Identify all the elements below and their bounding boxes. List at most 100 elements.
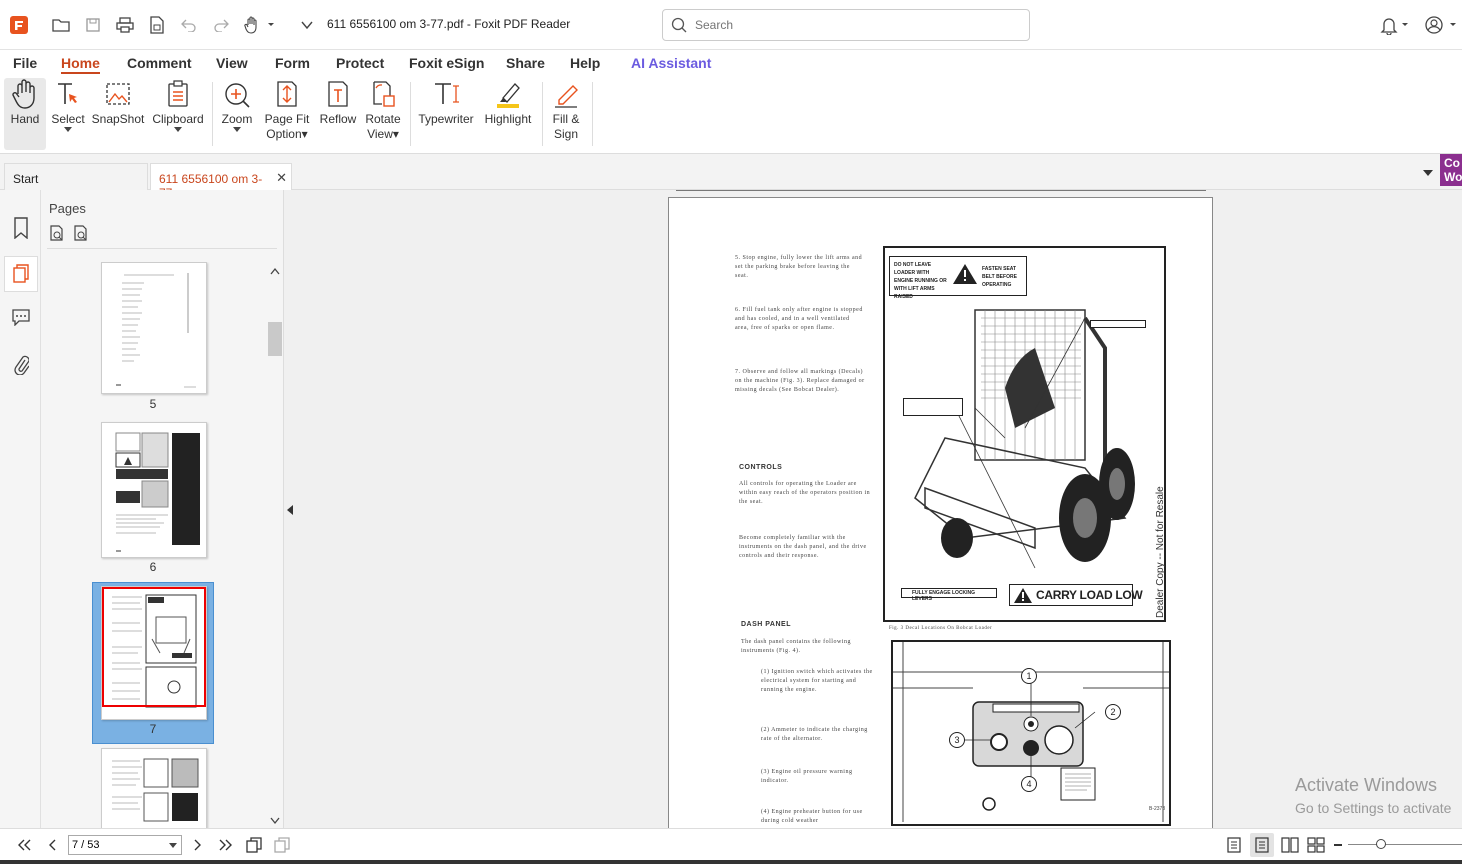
loader-illustration (914, 309, 1135, 569)
scroll-thumb[interactable] (268, 322, 282, 356)
menu-file[interactable]: File (13, 55, 37, 71)
snapshot-button[interactable]: SnapShot (90, 78, 146, 150)
menu-view[interactable]: View (216, 55, 248, 71)
rotate-view-button[interactable]: Rotate View▾ (362, 78, 404, 150)
fill-sign-button[interactable]: Fill & Sign (546, 78, 586, 150)
zoom-slider-handle[interactable] (1376, 839, 1386, 849)
page-number-input[interactable] (72, 838, 152, 852)
rotate-view-label: Rotate View▾ (365, 112, 401, 141)
undo-icon[interactable] (178, 15, 200, 35)
menu-share[interactable]: Share (506, 55, 545, 71)
snapshot-icon (106, 83, 130, 105)
page-zoom-icon[interactable] (72, 224, 90, 242)
menu-protect[interactable]: Protect (336, 55, 384, 71)
pages-panel: Pages 5 6 7 (41, 190, 284, 828)
tab-start[interactable]: Start (4, 163, 148, 190)
menu-form[interactable]: Form (275, 55, 310, 71)
panel-divider (47, 248, 277, 249)
page-thumbnail-5[interactable] (101, 262, 207, 394)
page-options-icon[interactable] (48, 224, 66, 242)
select-button[interactable]: Select (50, 78, 86, 150)
single-page-view-icon[interactable] (1224, 835, 1244, 855)
page-thumbnail-6[interactable] (101, 422, 207, 558)
hand-button[interactable]: Hand (4, 78, 46, 150)
menu-foxit-esign[interactable]: Foxit eSign (409, 55, 484, 71)
menu-comment[interactable]: Comment (127, 55, 192, 71)
zoom-slider-track[interactable] (1348, 844, 1462, 845)
collapse-panel-icon[interactable] (285, 502, 295, 518)
clipboard-button[interactable]: Clipboard (150, 78, 206, 150)
next-view-icon[interactable] (272, 835, 292, 855)
dealer-copy-watermark: Dealer Copy -- Not for Resale (1155, 486, 1166, 618)
previous-view-icon[interactable] (244, 835, 264, 855)
figure-4-id: B-2373 (1149, 806, 1166, 812)
page-number-6: 6 (149, 560, 157, 574)
zoom-button[interactable]: Zoom (218, 78, 256, 150)
menu-help[interactable]: Help (570, 55, 600, 71)
close-tab-icon[interactable]: ✕ (276, 170, 287, 186)
continuous-facing-view-icon[interactable] (1306, 835, 1326, 855)
attachment-icon[interactable] (10, 352, 32, 376)
promo-badge[interactable]: Co Wo (1440, 154, 1462, 186)
last-page-icon[interactable] (216, 837, 236, 853)
comments-icon[interactable] (10, 306, 32, 328)
dash-panel-paragraph: The dash panel contains the following in… (741, 639, 851, 654)
zoom-icon (225, 83, 250, 108)
print-icon[interactable] (114, 15, 136, 35)
tab-document[interactable]: 611 6556100 om 3-77....✕ (150, 163, 292, 200)
decal-locking-levers: FULLY ENGAGE LOCKING LEVERS (901, 588, 997, 602)
hand-label: Hand (10, 112, 40, 126)
page-fit-label: Page Fit Option▾ (264, 112, 310, 141)
account-icon[interactable] (1420, 14, 1460, 36)
thumbnail-scrollbar[interactable] (268, 264, 282, 828)
zoom-label: Zoom (221, 112, 253, 126)
menu-ai-assistant[interactable]: AI Assistant (631, 55, 711, 71)
highlight-button[interactable]: Highlight (480, 78, 536, 150)
notification-bell-icon[interactable] (1372, 14, 1412, 36)
page-fit-option-button[interactable]: Page Fit Option▾ (262, 78, 312, 150)
zoom-out-icon[interactable] (1334, 844, 1342, 846)
next-page-icon[interactable] (190, 837, 206, 853)
page-number-5: 5 (149, 397, 157, 411)
tab-list-dropdown-icon[interactable] (1420, 166, 1436, 180)
search-input[interactable] (695, 16, 1015, 34)
save-icon[interactable] (82, 15, 104, 35)
item-5-text: 5. Stop engine, fully lower the lift arm… (735, 255, 863, 279)
create-pdf-icon[interactable] (146, 15, 168, 35)
typewriter-button[interactable]: Typewriter (416, 78, 476, 150)
dash-item-4: (4) Engine preheater button for use duri… (761, 809, 863, 824)
callout-4: 4 (1021, 776, 1037, 792)
menu-home[interactable]: Home (61, 55, 100, 74)
current-view-frame (102, 587, 206, 707)
page-fit-label-line2: Option (266, 127, 302, 141)
page-number-box[interactable] (68, 835, 182, 855)
fill-label-line1: Fill & (552, 112, 580, 126)
pages-panel-icon[interactable] (4, 256, 38, 292)
page-dropdown-icon[interactable] (169, 843, 177, 848)
document-view[interactable]: 5. Stop engine, fully lower the lift arm… (284, 190, 1462, 828)
search-box[interactable] (662, 9, 1030, 41)
page-fit-icon (277, 81, 297, 107)
facing-view-icon[interactable] (1280, 835, 1300, 855)
decal-do-not-leave-text: DO NOT LEAVE LOADER WITH ENGINE RUNNING … (894, 262, 947, 300)
continuous-view-icon[interactable] (1250, 833, 1274, 857)
zoom-dropdown-icon (233, 127, 241, 132)
ribbon-divider (410, 82, 411, 146)
typewriter-icon (435, 83, 459, 104)
typewriter-label: Typewriter (418, 112, 474, 126)
open-folder-icon[interactable] (50, 15, 72, 35)
bookmark-icon[interactable] (10, 216, 32, 240)
chevron-down-icon[interactable] (296, 15, 318, 35)
hand-tool-dropdown-icon[interactable] (242, 14, 276, 36)
page-thumbnail-7[interactable] (101, 586, 207, 720)
scroll-down-icon[interactable] (270, 816, 280, 826)
redo-icon[interactable] (210, 15, 232, 35)
dash-item-2: (2) Ammeter to indicate the charging rat… (761, 727, 868, 742)
first-page-icon[interactable] (14, 837, 34, 853)
scroll-up-icon[interactable] (270, 266, 280, 276)
page-thumbnail-8[interactable] (101, 748, 207, 828)
fill-sign-label: Fill & Sign (553, 112, 580, 142)
snapshot-label: SnapShot (91, 112, 145, 126)
reflow-button[interactable]: Reflow (316, 78, 360, 150)
previous-page-icon[interactable] (44, 837, 60, 853)
